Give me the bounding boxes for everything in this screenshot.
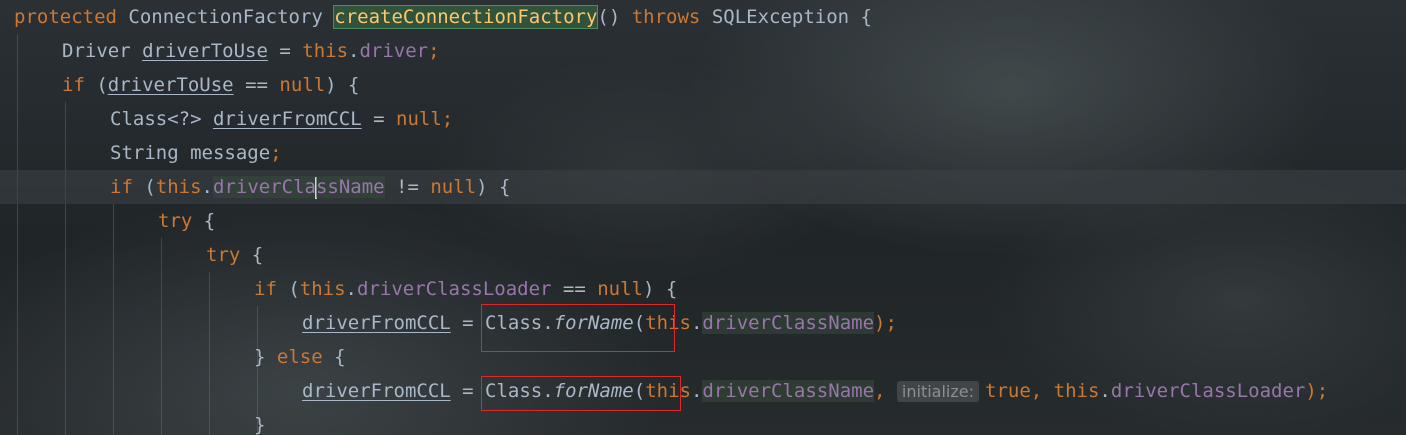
code-text: = Class. [450,380,554,402]
keyword: null [597,278,643,300]
code-text: . [345,278,357,300]
code-line[interactable]: driverFromCCL = Class.forName(this.drive… [0,374,1406,408]
code-text: ); [874,312,897,334]
code-line[interactable]: if (driverToUse == null) { [0,68,1406,102]
code-text: Driver [62,40,143,62]
code-text: = Class. [450,312,554,334]
code-line[interactable]: if (this.driverClassLoader == null) { [0,272,1406,306]
keyword: protected [14,6,117,28]
keyword: null [396,108,442,130]
code-text: . [690,380,703,402]
code-text: } [254,414,266,435]
variable-driverFromCCL[interactable]: driverFromCCL [302,380,451,402]
code-line[interactable]: try { [0,204,1406,238]
code-text: . [1099,380,1111,402]
keyword: if [254,278,277,300]
variable-driverFromCCL[interactable]: driverFromCCL [302,312,451,334]
keyword: this [302,40,349,62]
code-text: ConnectionFactory [116,6,335,28]
keyword: try [206,244,241,266]
keyword: true [985,380,1031,402]
variable-driverFromCCL[interactable]: driverFromCCL [213,108,362,130]
semicolon: ; [428,40,440,62]
comma: , [1030,380,1054,402]
code-text: ) { [325,74,360,96]
code-text: { [322,346,346,368]
semicolon: ; [270,142,282,164]
keyword: try [158,210,193,232]
field-driver[interactable]: driver [359,40,428,62]
keyword: this [645,312,691,334]
code-text: } [254,346,277,368]
method-call-forName[interactable]: forName [554,380,634,402]
code-line[interactable]: String message; [0,136,1406,170]
keyword: null [279,74,326,96]
keyword: null [430,176,477,198]
keyword: if [62,74,85,96]
code-text: ( [276,278,300,300]
code-line[interactable]: Driver driverToUse = this.driver; [0,34,1406,68]
code-text: . [201,176,213,198]
code-line[interactable]: } else { [0,340,1406,374]
code-text: = [267,40,303,62]
code-text: ( [633,380,646,402]
keyword: this [155,176,202,198]
code-line-current[interactable]: if (this.driverClassName != null) { [0,170,1406,204]
code-text: == [551,278,598,300]
keyword: this [645,380,691,402]
field-driverClassName[interactable]: driverClassName [702,312,875,334]
code-editor[interactable]: protected ConnectionFactory createConnec… [0,0,1406,435]
code-text: ( [132,176,156,198]
parameter-hint-initialize: initialize: [896,381,979,402]
method-name-createConnectionFactory[interactable]: createConnectionFactory [333,5,599,29]
code-line[interactable]: try { [0,238,1406,272]
code-line[interactable]: protected ConnectionFactory createConnec… [0,0,1406,34]
field-driverClassLoader[interactable]: driverClassLoader [357,278,551,300]
keyword: this [299,278,346,300]
code-text: ( [84,74,108,96]
keyword: if [110,176,133,198]
code-text: ( [633,312,646,334]
variable-driverToUse[interactable]: driverToUse [108,74,234,96]
code-text: SQLException { [700,6,872,28]
code-text: { [192,210,216,232]
field-driverClassName[interactable]: driverClassName [702,380,875,402]
keyword: else [276,346,323,368]
comma: , [874,380,886,402]
code-text: == [233,74,280,96]
code-line[interactable]: Class<?> driverFromCCL = null; [0,102,1406,136]
semicolon: ; [441,108,454,130]
code-text: != [384,176,431,198]
field-driverClassLoader[interactable]: driverClassLoader [1111,380,1305,402]
method-call-forName[interactable]: forName [554,312,634,334]
code-line[interactable]: driverFromCCL = Class.forName(this.drive… [0,306,1406,340]
variable-driverToUse[interactable]: driverToUse [142,40,268,62]
code-line[interactable]: } [0,408,1406,435]
code-text: ) { [476,176,511,198]
code-text: Class<?> [110,108,213,130]
keyword: this [1053,380,1100,402]
code-text: . [348,40,360,62]
code-text: ) { [643,278,678,300]
code-text: String message [110,142,271,164]
code-text: = [361,108,396,130]
code-text: { [240,244,264,266]
keyword: throws [631,6,701,28]
code-text: ); [1305,380,1329,402]
code-text: () [597,6,632,28]
code-text: . [690,312,703,334]
field-driverClassName-part[interactable]: ssName [315,176,385,198]
field-driverClassName-part[interactable]: driverCla [213,176,316,198]
